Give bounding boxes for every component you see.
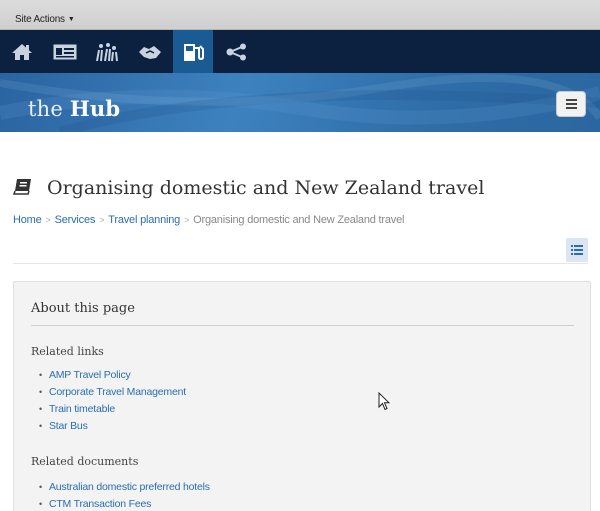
related-documents-list: • Australian domestic preferred hotels • C… <box>39 479 210 511</box>
nav-item-people[interactable] <box>87 30 127 73</box>
site-actions-menu[interactable]: Site Actions ▼ <box>15 14 75 25</box>
hub-logo[interactable]: the Hub <box>28 96 120 121</box>
about-divider <box>31 325 574 326</box>
breadcrumb-travel-planning[interactable]: Travel planning <box>108 214 180 226</box>
mouse-cursor-icon <box>378 392 390 411</box>
list-item: • Australian domestic preferred hotels <box>39 479 210 496</box>
breadcrumb-separator-icon: > <box>99 215 105 225</box>
list-item: • Train timetable <box>39 401 186 418</box>
breadcrumb-current: Organising domestic and New Zealand trav… <box>193 214 405 226</box>
handshake-icon <box>139 45 161 59</box>
nav-item-share[interactable] <box>217 30 257 73</box>
related-link[interactable]: Corporate Travel Management <box>49 386 186 398</box>
list-item: • CTM Transaction Fees <box>39 496 210 511</box>
home-icon <box>12 43 32 60</box>
site-actions-label: Site Actions <box>15 14 65 25</box>
related-document[interactable]: Australian domestic preferred hotels <box>49 481 210 493</box>
related-links-list: • AMP Travel Policy • Corporate Travel Man… <box>39 367 186 435</box>
id-card-icon <box>53 44 77 59</box>
related-link[interactable]: Train timetable <box>49 403 115 415</box>
logo-prefix: the <box>28 97 63 121</box>
list-item: • AMP Travel Policy <box>39 367 186 384</box>
book-icon <box>13 179 31 195</box>
page-title: Organising domestic and New Zealand trav… <box>47 177 485 199</box>
breadcrumb-home[interactable]: Home <box>13 214 42 226</box>
breadcrumb-separator-icon: > <box>184 215 190 225</box>
hub-banner: the Hub <box>0 73 600 132</box>
bullet-icon: • <box>39 387 42 397</box>
menu-button[interactable] <box>556 91 586 117</box>
related-documents-heading: Related documents <box>31 455 139 468</box>
people-icon <box>96 42 118 61</box>
about-panel: About this page Related links • AMP Trave… <box>13 281 591 511</box>
hamburger-icon-bar <box>565 107 577 109</box>
breadcrumb-separator-icon: > <box>45 215 51 225</box>
nav-item-hands[interactable] <box>130 30 170 73</box>
list-item: • Corporate Travel Management <box>39 384 186 401</box>
bullet-icon: • <box>39 421 42 431</box>
about-title: About this page <box>31 301 135 316</box>
related-links-heading: Related links <box>31 345 104 358</box>
bullet-icon: • <box>39 404 42 414</box>
list-icon <box>571 245 583 255</box>
top-navigation <box>0 30 600 73</box>
related-link[interactable]: AMP Travel Policy <box>49 369 131 381</box>
nav-item-home[interactable] <box>2 30 42 73</box>
nav-item-fuel[interactable] <box>173 30 213 73</box>
hamburger-icon-bar <box>565 103 577 105</box>
related-document[interactable]: CTM Transaction Fees <box>49 498 151 510</box>
bullet-icon: • <box>39 370 42 380</box>
nav-item-profile[interactable] <box>45 30 85 73</box>
bullet-icon: • <box>39 482 42 492</box>
breadcrumb: Home > Services > Travel planning > Organising… <box>13 214 404 226</box>
list-item: • Star Bus <box>39 418 186 435</box>
share-icon <box>226 43 246 60</box>
bullet-icon: • <box>39 499 42 509</box>
breadcrumb-services[interactable]: Services <box>55 214 96 226</box>
caret-down-icon: ▼ <box>67 16 75 23</box>
hamburger-icon-bar <box>565 99 577 101</box>
content-divider <box>13 263 588 264</box>
site-actions-bar: Site Actions ▼ <box>0 0 600 30</box>
logo-strong: Hub <box>69 96 121 121</box>
related-link[interactable]: Star Bus <box>49 420 88 432</box>
fuel-pump-icon <box>184 43 204 61</box>
list-view-button[interactable] <box>566 238 588 262</box>
